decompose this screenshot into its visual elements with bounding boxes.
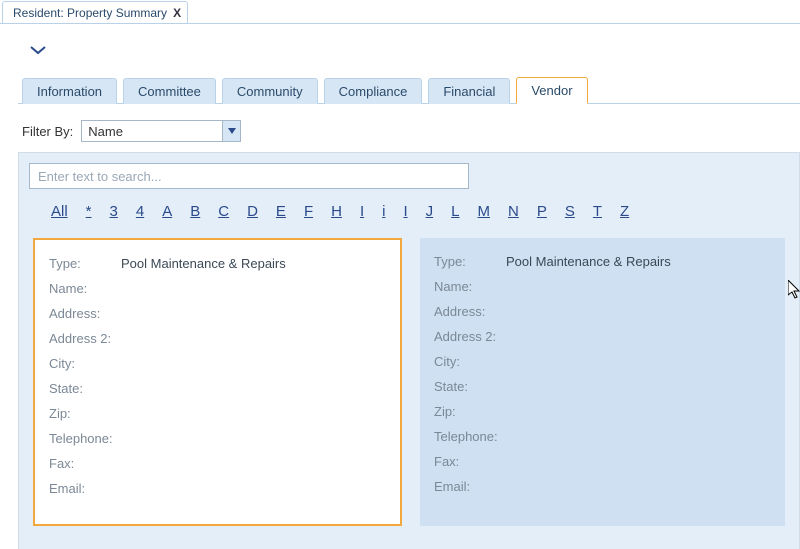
document-tab[interactable]: Resident: Property Summary X — [2, 1, 188, 23]
alpha-link[interactable]: B — [190, 203, 200, 220]
alpha-link[interactable]: N — [508, 203, 519, 220]
field-label-fax: Fax: — [434, 454, 506, 469]
work-area: Information Committee Community Complian… — [0, 24, 800, 549]
field-label-type: Type: — [434, 254, 506, 269]
alpha-link[interactable]: M — [477, 203, 490, 220]
field-label-city: City: — [434, 354, 506, 369]
field-label-type: Type: — [49, 256, 121, 271]
tab-vendor[interactable]: Vendor — [516, 77, 587, 104]
field-label-address2: Address 2: — [434, 329, 506, 344]
field-label-name: Name: — [434, 279, 506, 294]
field-label-name: Name: — [49, 281, 121, 296]
document-tab-title: Resident: Property Summary — [13, 6, 167, 20]
alpha-link[interactable]: 4 — [136, 203, 144, 220]
alpha-link[interactable]: L — [451, 203, 459, 220]
field-label-state: State: — [434, 379, 506, 394]
tab-compliance[interactable]: Compliance — [324, 78, 423, 104]
alpha-link[interactable]: Z — [620, 203, 629, 220]
field-label-email: Email: — [49, 481, 121, 496]
search-input[interactable] — [29, 163, 469, 189]
filter-label: Filter By: — [22, 124, 73, 139]
alpha-link[interactable]: P — [537, 203, 547, 220]
field-label-address2: Address 2: — [49, 331, 121, 346]
vendor-card[interactable]: Type:Pool Maintenance & Repairs Name: Ad… — [420, 238, 785, 526]
alpha-link[interactable]: C — [218, 203, 229, 220]
alpha-link[interactable]: S — [565, 203, 575, 220]
alpha-link[interactable]: 3 — [110, 203, 118, 220]
tab-information[interactable]: Information — [22, 78, 117, 104]
filter-dropdown-text: Name — [82, 124, 222, 139]
alpha-link[interactable]: F — [304, 203, 313, 220]
tab-community[interactable]: Community — [222, 78, 318, 104]
tabs-row: Information Committee Community Complian… — [18, 76, 800, 104]
field-label-address: Address: — [434, 304, 506, 319]
alpha-link[interactable]: J — [426, 203, 434, 220]
dropdown-arrow-icon[interactable] — [222, 121, 240, 141]
field-label-telephone: Telephone: — [434, 429, 506, 444]
field-label-zip: Zip: — [49, 406, 121, 421]
field-value-type: Pool Maintenance & Repairs — [506, 254, 671, 269]
chevron-down-icon[interactable] — [26, 38, 50, 62]
vendor-cards: Type:Pool Maintenance & Repairs Name: Ad… — [29, 238, 789, 526]
field-label-fax: Fax: — [49, 456, 121, 471]
alpha-link[interactable]: D — [247, 203, 258, 220]
alpha-link[interactable]: H — [331, 203, 342, 220]
content-pane: All * 3 4 A B C D E F H I i I J L M N P … — [18, 152, 800, 549]
field-value-type: Pool Maintenance & Repairs — [121, 256, 286, 271]
field-label-email: Email: — [434, 479, 506, 494]
filter-row: Filter By: Name — [22, 120, 800, 142]
alpha-link[interactable]: All — [51, 203, 68, 220]
alpha-link[interactable]: E — [276, 203, 286, 220]
alpha-link[interactable]: I — [403, 203, 407, 220]
tab-financial[interactable]: Financial — [428, 78, 510, 104]
field-label-state: State: — [49, 381, 121, 396]
field-label-telephone: Telephone: — [49, 431, 121, 446]
alpha-link[interactable]: T — [593, 203, 602, 220]
alpha-link[interactable]: I — [360, 203, 364, 220]
close-icon[interactable]: X — [173, 6, 181, 20]
field-label-address: Address: — [49, 306, 121, 321]
document-tab-bar: Resident: Property Summary X — [0, 0, 800, 24]
field-label-city: City: — [49, 356, 121, 371]
field-label-zip: Zip: — [434, 404, 506, 419]
alpha-link[interactable]: * — [86, 203, 92, 220]
alpha-filter-bar: All * 3 4 A B C D E F H I i I J L M N P … — [51, 203, 789, 220]
vendor-card[interactable]: Type:Pool Maintenance & Repairs Name: Ad… — [33, 238, 402, 526]
tab-committee[interactable]: Committee — [123, 78, 216, 104]
alpha-link[interactable]: i — [382, 203, 385, 220]
alpha-link[interactable]: A — [162, 203, 172, 220]
filter-dropdown[interactable]: Name — [81, 120, 241, 142]
